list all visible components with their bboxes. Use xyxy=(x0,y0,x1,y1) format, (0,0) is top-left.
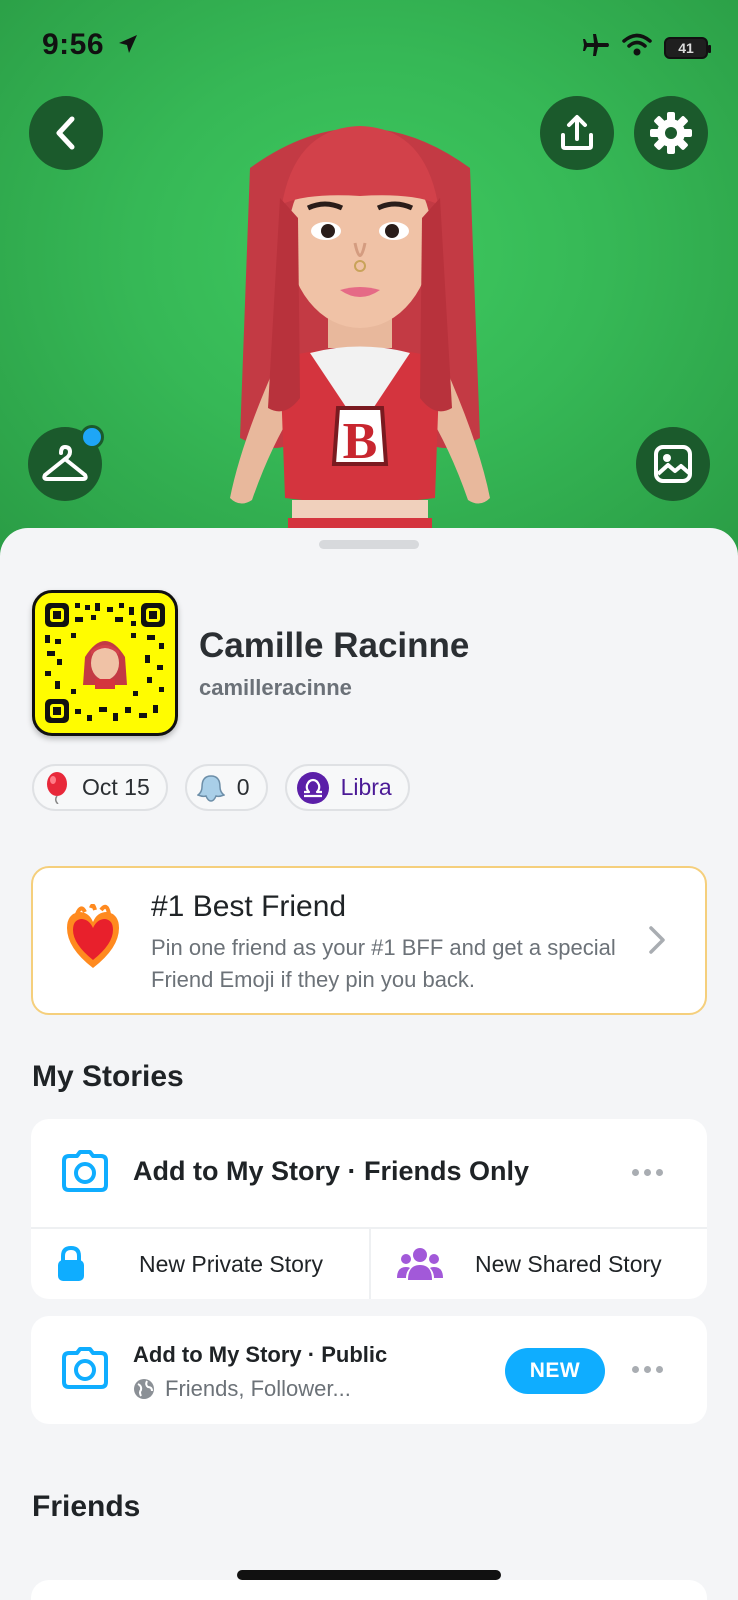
friends-heading: Friends xyxy=(32,1490,141,1523)
snapscore-chip[interactable]: 0 xyxy=(184,764,268,811)
battery-icon: 41 xyxy=(664,36,711,59)
home-indicator[interactable] xyxy=(237,1570,501,1580)
more-options-icon[interactable] xyxy=(632,1169,663,1176)
share-button[interactable] xyxy=(540,96,614,170)
my-stories-heading: My Stories xyxy=(32,1060,184,1093)
back-button[interactable] xyxy=(29,96,103,170)
zodiac-chip[interactable]: Libra xyxy=(284,764,410,811)
chevron-left-icon xyxy=(56,116,75,150)
location-arrow-icon xyxy=(116,32,140,61)
status-time: 9:56 xyxy=(42,28,105,61)
airplane-mode-icon xyxy=(580,32,610,63)
new-private-story-label: New Private Story xyxy=(139,1250,324,1277)
camera-icon xyxy=(62,1150,108,1192)
new-shared-story-button[interactable]: New Shared Story xyxy=(371,1229,709,1299)
username: camilleracinne xyxy=(199,675,352,700)
bitmoji-background-button[interactable] xyxy=(636,427,710,501)
new-private-story-button[interactable]: New Private Story xyxy=(31,1229,369,1299)
ghost-icon xyxy=(196,774,225,802)
status-bar: 9:56 41 xyxy=(0,28,738,68)
qr-code-icon xyxy=(45,603,165,723)
add-to-story-friends-only[interactable]: Add to My Story · Friends Only xyxy=(31,1119,707,1227)
svg-text:B: B xyxy=(343,413,378,470)
snapcode[interactable] xyxy=(32,590,178,736)
settings-button[interactable] xyxy=(634,96,708,170)
hanger-icon xyxy=(42,445,88,481)
profile-hero: 9:56 41 B xyxy=(0,0,738,560)
battery-level: 41 xyxy=(678,39,694,56)
zodiac-label: Libra xyxy=(340,774,392,800)
birthday-chip[interactable]: Oct 15 xyxy=(32,764,168,811)
camera-icon xyxy=(62,1347,108,1389)
add-to-public-story-label: Add to My Story · Public xyxy=(133,1342,388,1367)
gear-icon xyxy=(650,112,692,154)
snapscore-label: 0 xyxy=(236,774,250,800)
bff-description: Pin one friend as your #1 BFF and get a … xyxy=(151,935,616,992)
upload-icon xyxy=(561,115,593,150)
bff-title: #1 Best Friend xyxy=(151,890,347,923)
lock-icon xyxy=(58,1245,84,1281)
best-friend-card[interactable]: #1 Best Friend Pin one friend as your #1… xyxy=(31,866,707,1015)
bitmoji-avatar: B xyxy=(230,126,490,560)
public-story-card[interactable]: Add to My Story · Public Friends, Follow… xyxy=(31,1316,707,1424)
public-audience-label: Friends, Follower... xyxy=(165,1376,351,1401)
wifi-icon xyxy=(622,33,652,62)
globe-icon xyxy=(134,1379,154,1399)
more-options-icon[interactable] xyxy=(632,1366,663,1373)
display-name: Camille Racinne xyxy=(199,626,470,665)
profile-chips: Oct 15 0 Libra xyxy=(32,764,410,811)
friends-card[interactable] xyxy=(31,1580,707,1600)
image-icon xyxy=(654,445,692,483)
new-badge: NEW xyxy=(505,1348,605,1394)
wardrobe-button[interactable] xyxy=(28,425,104,501)
add-to-story-label: Add to My Story · Friends Only xyxy=(133,1156,530,1186)
fire-heart-icon xyxy=(67,904,119,968)
group-icon xyxy=(397,1248,443,1280)
birthday-label: Oct 15 xyxy=(82,774,150,800)
chevron-right-icon xyxy=(649,926,665,954)
new-shared-story-label: New Shared Story xyxy=(475,1250,662,1277)
sheet-drag-handle[interactable] xyxy=(319,540,419,549)
balloon-icon xyxy=(47,771,67,804)
profile-sheet: Camille Racinne camilleracinne Oct 15 0 … xyxy=(0,528,738,1600)
my-story-card: Add to My Story · Friends Only New Priva… xyxy=(31,1119,707,1299)
notification-dot xyxy=(80,425,104,449)
public-audience: Friends, Follower... xyxy=(133,1376,351,1402)
libra-icon xyxy=(296,771,329,804)
